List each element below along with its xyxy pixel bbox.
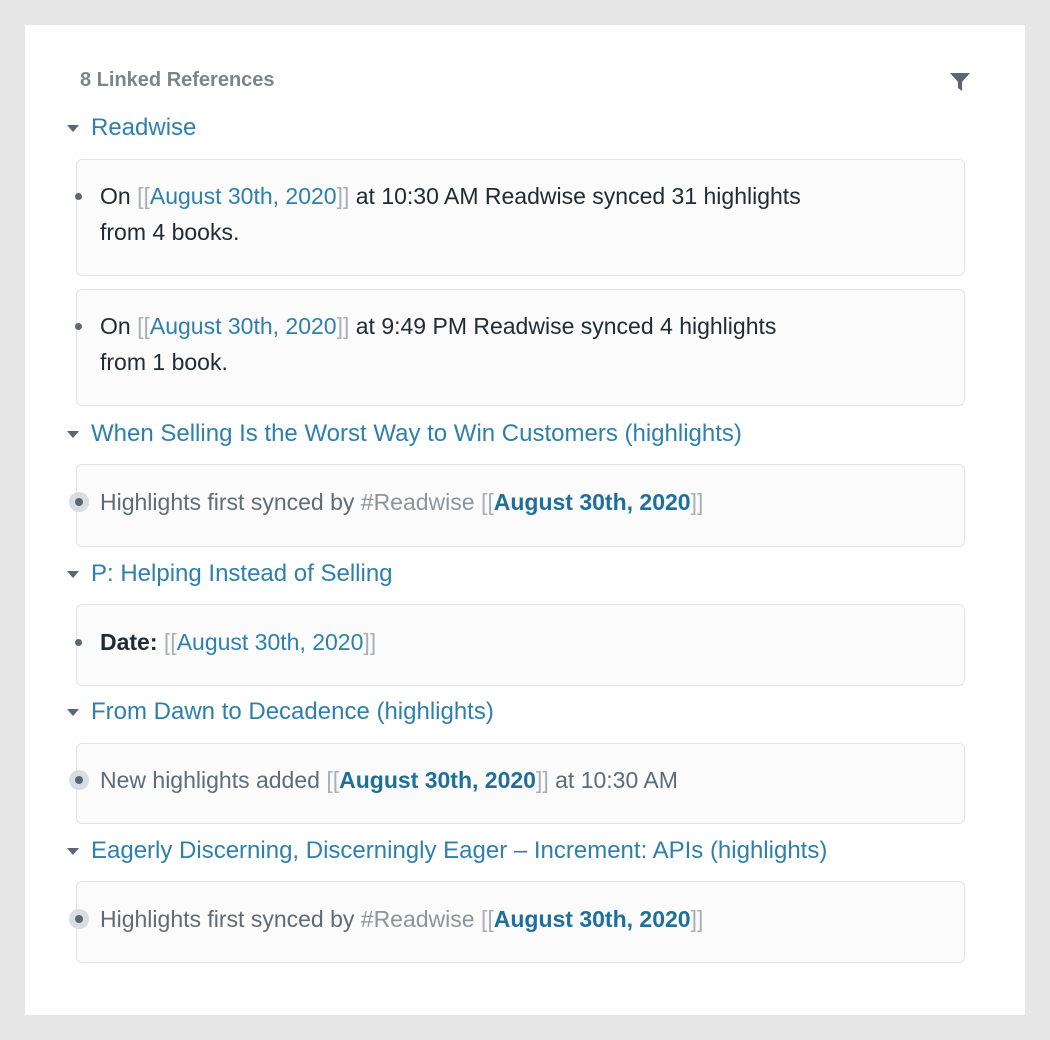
group-title-when-selling[interactable]: When Selling Is the Worst Way to Win Cus…	[65, 419, 742, 449]
block-suffix: at 10:30 AM	[555, 767, 678, 793]
group-title-label[interactable]: From Dawn to Decadence (highlights)	[91, 698, 494, 726]
attribute-label: Date:	[100, 629, 158, 655]
linked-references-title: 8 Linked References	[80, 69, 275, 91]
block-suffix: at 10:30 AM Readwise synced 31 highlight…	[355, 183, 801, 209]
group-title-label[interactable]: P: Helping Instead of Selling	[91, 560, 393, 588]
block-line2: from 1 book.	[100, 349, 228, 375]
page-link-date[interactable]: August 30th, 2020	[494, 489, 691, 515]
bullet-icon[interactable]	[75, 639, 82, 646]
group-title-from-dawn[interactable]: From Dawn to Decadence (highlights)	[65, 697, 494, 727]
group-title-label[interactable]: Eagerly Discerning, Discerningly Eager –…	[91, 837, 827, 865]
page-link-date[interactable]: August 30th, 2020	[177, 629, 364, 655]
group-title-helping-instead[interactable]: P: Helping Instead of Selling	[65, 559, 393, 589]
open-bracket: [[	[137, 183, 150, 209]
close-bracket: ]]	[363, 629, 377, 655]
page-link-date[interactable]: August 30th, 2020	[494, 906, 691, 932]
reference-block[interactable]: Highlights first synced by #Readwise [[A…	[69, 484, 900, 520]
block-prefix: On	[100, 183, 131, 209]
close-bracket: ]]	[690, 906, 704, 932]
open-bracket: [[	[480, 906, 494, 932]
block-suffix: at 9:49 PM Readwise synced 4 highlights	[355, 313, 777, 339]
tag-readwise[interactable]: #Readwise	[361, 489, 475, 515]
collapse-caret-icon[interactable]	[67, 430, 79, 438]
reference-block[interactable]: Date: [[August 30th, 2020]]	[75, 624, 900, 660]
collapsed-bullet-icon[interactable]	[69, 770, 89, 790]
page-link-date[interactable]: August 30th, 2020	[339, 767, 536, 793]
tag-readwise[interactable]: #Readwise	[361, 906, 475, 932]
close-bracket: ]]	[690, 489, 704, 515]
linked-references-panel: 8 Linked References Readwise On [[August…	[25, 25, 1025, 1015]
collapse-caret-icon[interactable]	[67, 847, 79, 855]
block-text: New highlights added	[100, 767, 320, 793]
block-line2: from 4 books.	[100, 219, 240, 245]
page-link-date[interactable]: August 30th, 2020	[150, 313, 337, 339]
open-bracket: [[	[480, 489, 494, 515]
collapse-caret-icon[interactable]	[67, 708, 79, 716]
open-bracket: [[	[326, 767, 340, 793]
bullet-icon[interactable]	[75, 323, 82, 330]
collapsed-bullet-icon[interactable]	[69, 492, 89, 512]
collapse-caret-icon[interactable]	[67, 570, 79, 578]
close-bracket: ]]	[336, 313, 350, 339]
block-prefix: On	[100, 313, 131, 339]
block-text: Highlights first synced by	[100, 489, 355, 515]
page-link-date[interactable]: August 30th, 2020	[150, 183, 337, 209]
close-bracket: ]]	[535, 767, 549, 793]
open-bracket: [[	[137, 313, 150, 339]
reference-block[interactable]: Highlights first synced by #Readwise [[A…	[69, 901, 900, 937]
collapsed-bullet-icon[interactable]	[69, 909, 89, 929]
group-title-eagerly-discerning[interactable]: Eagerly Discerning, Discerningly Eager –…	[65, 836, 827, 866]
group-title-label[interactable]: Readwise	[91, 114, 196, 142]
block-text: Highlights first synced by	[100, 906, 355, 932]
filter-icon[interactable]	[949, 71, 971, 93]
group-title-readwise[interactable]: Readwise	[65, 113, 196, 143]
group-title-label[interactable]: When Selling Is the Worst Way to Win Cus…	[91, 420, 742, 448]
open-bracket: [[	[163, 629, 177, 655]
reference-block[interactable]: On [[August 30th, 2020]] at 10:30 AM Rea…	[75, 178, 900, 250]
close-bracket: ]]	[336, 183, 350, 209]
collapse-caret-icon[interactable]	[67, 124, 79, 132]
reference-block[interactable]: On [[August 30th, 2020]] at 9:49 PM Read…	[75, 308, 900, 380]
reference-block[interactable]: New highlights added [[August 30th, 2020…	[69, 762, 900, 798]
bullet-icon[interactable]	[75, 193, 82, 200]
